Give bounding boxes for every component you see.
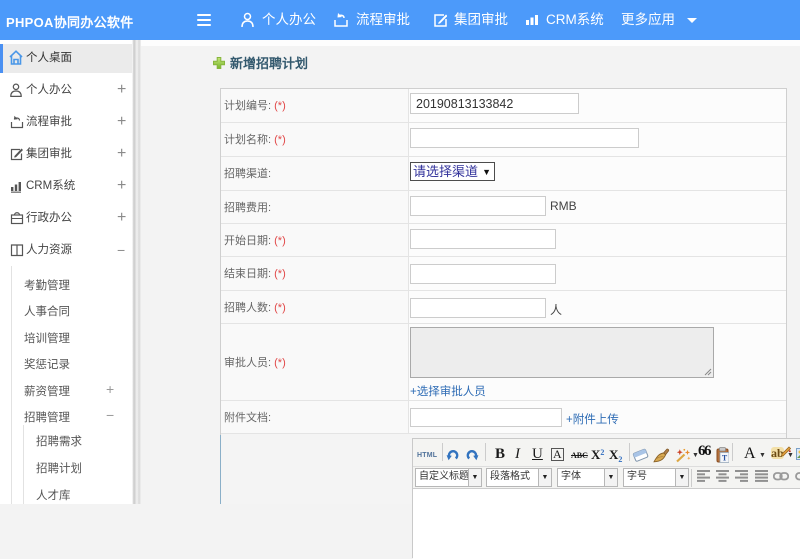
svg-text:T: T [722,454,728,463]
